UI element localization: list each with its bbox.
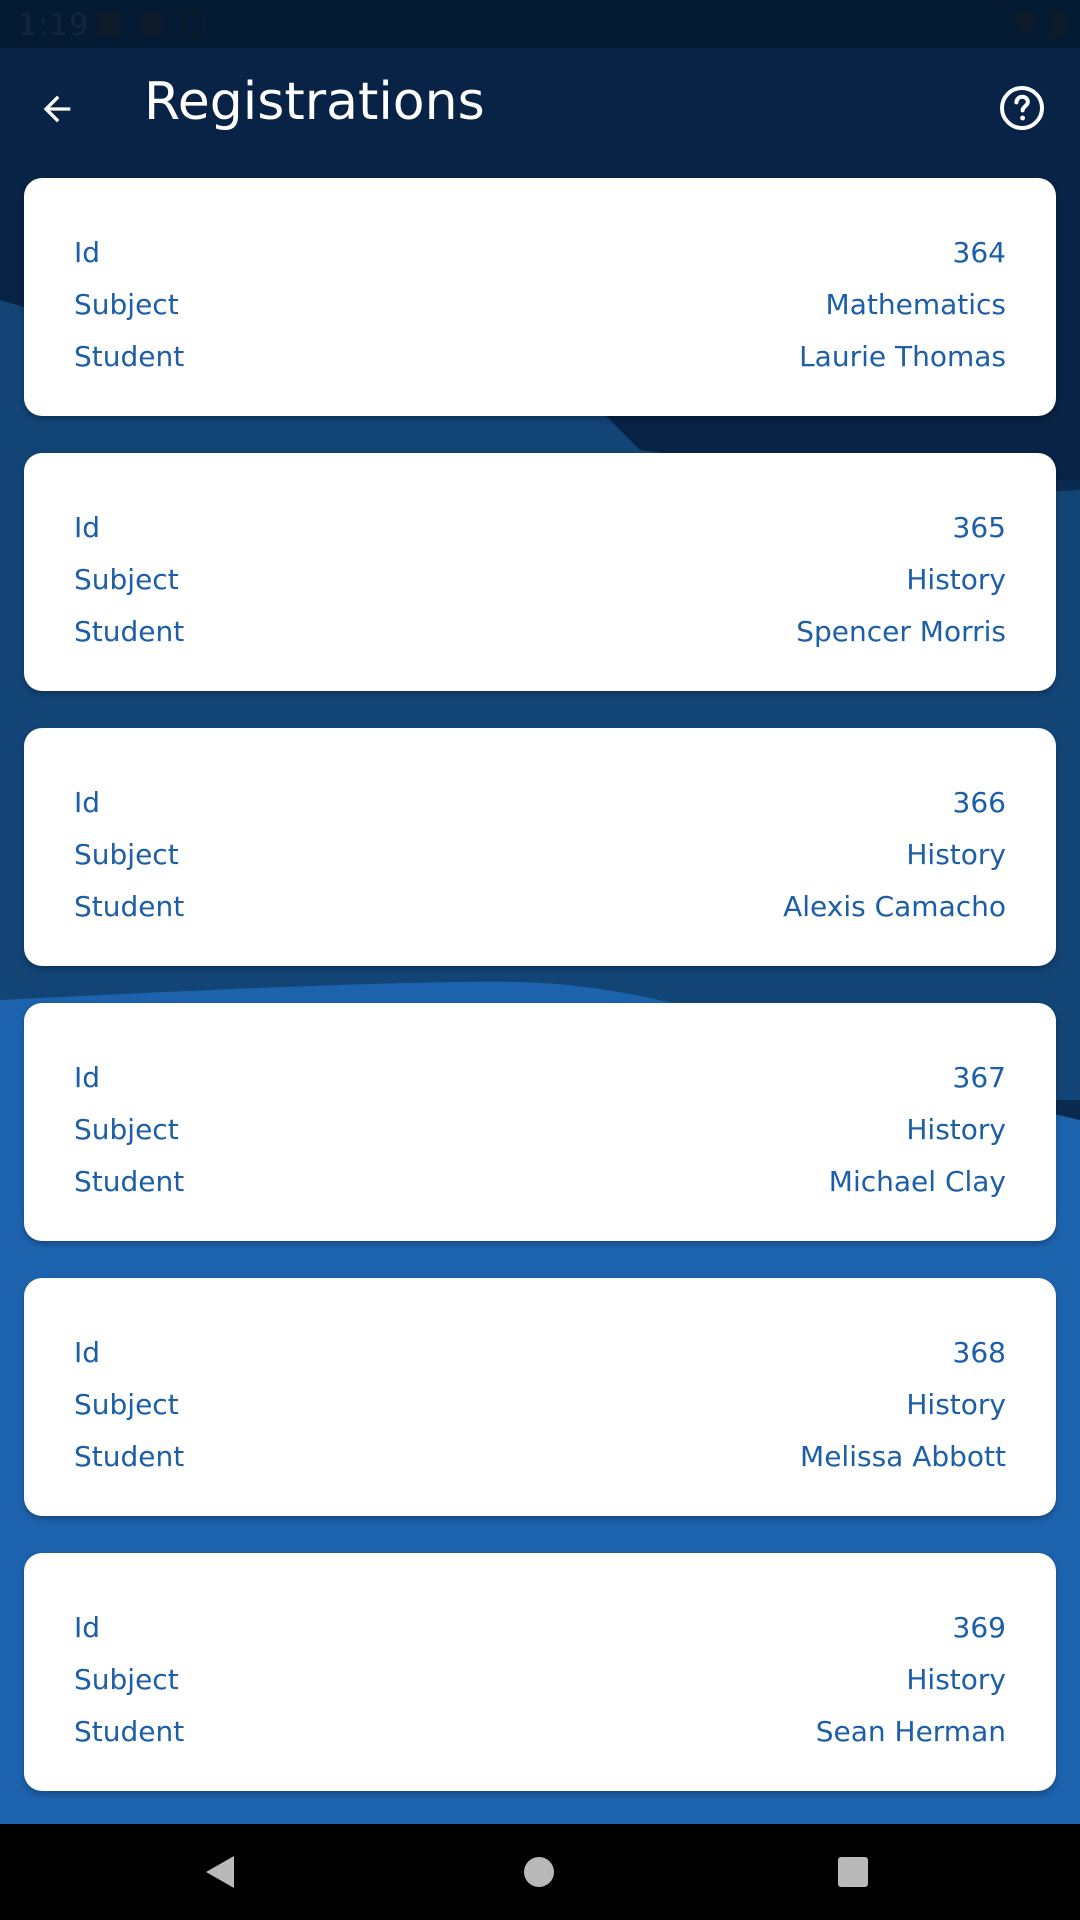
subject-value: History — [906, 1112, 1006, 1146]
battery-icon — [1050, 10, 1066, 38]
id-row: Id 364 — [74, 226, 1006, 278]
student-label: Student — [74, 1714, 185, 1748]
id-value: 366 — [952, 785, 1006, 819]
notification-icon — [98, 12, 120, 36]
subject-label: Subject — [74, 1387, 179, 1421]
status-time: 1:19 — [18, 8, 90, 43]
id-label: Id — [74, 1060, 101, 1094]
subject-row: Subject History — [74, 553, 1006, 605]
registration-card[interactable]: Id 366 Subject History Student Alexis Ca… — [24, 728, 1056, 966]
student-row: Student Laurie Thomas — [74, 330, 1006, 382]
student-value: Melissa Abbott — [800, 1439, 1006, 1473]
student-value: Laurie Thomas — [799, 339, 1006, 373]
subject-label: Subject — [74, 287, 179, 321]
page-title: Registrations — [144, 72, 485, 132]
subject-row: Subject History — [74, 1653, 1006, 1705]
student-row: Student Sean Herman — [74, 1705, 1006, 1757]
id-row: Id 365 — [74, 501, 1006, 553]
subject-value: Mathematics — [825, 287, 1006, 321]
student-row: Student Alexis Camacho — [74, 880, 1006, 932]
arrow-left-icon — [43, 95, 71, 123]
id-row: Id 369 — [74, 1601, 1006, 1653]
status-bar: 1:19 — [0, 0, 1080, 48]
student-label: Student — [74, 614, 185, 648]
student-label: Student — [74, 1164, 185, 1198]
subject-row: Subject History — [74, 1378, 1006, 1430]
help-button[interactable] — [990, 76, 1054, 140]
student-label: Student — [74, 889, 185, 923]
student-value: Alexis Camacho — [783, 889, 1006, 923]
id-label: Id — [74, 510, 101, 544]
id-value: 365 — [952, 510, 1006, 544]
registration-list: Id 364 Subject Mathematics Student Lauri… — [24, 178, 1056, 1828]
subject-value: History — [906, 1387, 1006, 1421]
status-icons — [1010, 10, 1066, 38]
subject-label: Subject — [74, 1662, 179, 1696]
id-row: Id 367 — [74, 1051, 1006, 1103]
nav-recents-icon[interactable] — [838, 1857, 868, 1887]
subject-row: Subject History — [74, 828, 1006, 880]
subject-value: History — [906, 1662, 1006, 1696]
registration-card[interactable]: Id 367 Subject History Student Michael C… — [24, 1003, 1056, 1241]
subject-label: Subject — [74, 837, 179, 871]
registration-card[interactable]: Id 364 Subject Mathematics Student Lauri… — [24, 178, 1056, 416]
sd-card-icon — [140, 12, 162, 36]
registration-card[interactable]: Id 369 Subject History Student Sean Herm… — [24, 1553, 1056, 1791]
subject-label: Subject — [74, 1112, 179, 1146]
registration-card[interactable]: Id 368 Subject History Student Melissa A… — [24, 1278, 1056, 1516]
id-label: Id — [74, 785, 101, 819]
student-row: Student Spencer Morris — [74, 605, 1006, 657]
id-value: 369 — [952, 1610, 1006, 1644]
id-value: 367 — [952, 1060, 1006, 1094]
student-row: Student Michael Clay — [74, 1155, 1006, 1207]
wifi-icon — [1011, 12, 1039, 35]
student-value: Michael Clay — [828, 1164, 1006, 1198]
id-value: 364 — [952, 235, 1006, 269]
id-label: Id — [74, 235, 101, 269]
student-label: Student — [74, 339, 185, 373]
subject-value: History — [906, 837, 1006, 871]
subject-value: History — [906, 562, 1006, 596]
nav-home-icon[interactable] — [524, 1857, 554, 1887]
student-value: Sean Herman — [815, 1714, 1006, 1748]
id-row: Id 366 — [74, 776, 1006, 828]
student-label: Student — [74, 1439, 185, 1473]
help-circle-icon — [1000, 86, 1044, 130]
sync-icon — [182, 12, 206, 36]
subject-row: Subject History — [74, 1103, 1006, 1155]
top-app-bar: Registrations — [0, 48, 1080, 178]
subject-label: Subject — [74, 562, 179, 596]
id-row: Id 368 — [74, 1326, 1006, 1378]
subject-row: Subject Mathematics — [74, 278, 1006, 330]
system-nav-bar — [0, 1824, 1080, 1920]
id-value: 368 — [952, 1335, 1006, 1369]
registration-card[interactable]: Id 365 Subject History Student Spencer M… — [24, 453, 1056, 691]
back-button[interactable] — [26, 78, 88, 140]
id-label: Id — [74, 1335, 101, 1369]
student-value: Spencer Morris — [796, 614, 1006, 648]
student-row: Student Melissa Abbott — [74, 1430, 1006, 1482]
nav-back-icon[interactable] — [206, 1856, 234, 1888]
id-label: Id — [74, 1610, 101, 1644]
